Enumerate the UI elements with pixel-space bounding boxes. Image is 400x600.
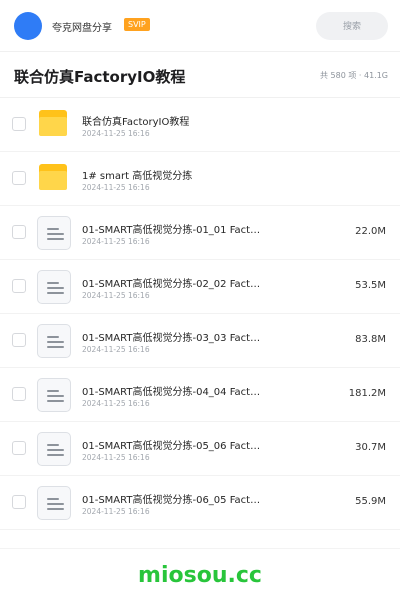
item-name[interactable]: 01-SMART高低视觉分拣-06_05 Fact… <box>82 491 282 506</box>
document-icon <box>37 432 71 466</box>
top-bar: 夸克网盘分享 SVIP 搜索 <box>0 0 400 52</box>
list-item[interactable]: 01-SMART高低视觉分拣-04_04 Fact… 2024-11-25 16:… <box>0 368 400 422</box>
list-item[interactable]: 01-SMART高低视觉分拣-06_05 Fact… 2024-11-25 16:… <box>0 476 400 530</box>
item-size: 30.7M <box>355 442 386 453</box>
row-checkbox[interactable] <box>12 279 26 293</box>
item-size: 83.8M <box>355 334 386 345</box>
list-item[interactable]: 01-SMART高低视觉分拣-05_06 Fact… 2024-11-25 16:… <box>0 422 400 476</box>
row-checkbox[interactable] <box>12 495 26 509</box>
item-date: 2024-11-25 16:16 <box>82 345 150 354</box>
document-icon <box>37 270 71 304</box>
item-date: 2024-11-25 16:16 <box>82 183 150 192</box>
file-list: 联合仿真FactoryIO教程 2024-11-25 16:16 1# smart … <box>0 98 400 530</box>
document-icon <box>37 486 71 520</box>
item-name[interactable]: 01-SMART高低视觉分拣-02_02 Fact… <box>82 275 282 290</box>
document-icon <box>37 378 71 412</box>
folder-icon <box>37 108 71 142</box>
folder-icon <box>37 162 71 196</box>
item-date: 2024-11-25 16:16 <box>82 399 150 408</box>
row-checkbox[interactable] <box>12 171 26 185</box>
search-button[interactable]: 搜索 <box>316 12 388 40</box>
svip-badge: SVIP <box>124 18 150 31</box>
list-item[interactable]: 01-SMART高低视觉分拣-02_02 Fact… 2024-11-25 16:… <box>0 260 400 314</box>
item-name[interactable]: 01-SMART高低视觉分拣-01_01 Fact… <box>82 221 282 236</box>
item-size: 181.2M <box>348 388 386 399</box>
item-summary: 共 580 项 · 41.1G <box>320 71 388 80</box>
footer: miosou.cc <box>0 548 400 600</box>
title-bar: 联合仿真FactoryIO教程 共 580 项 · 41.1G <box>0 52 400 98</box>
row-checkbox[interactable] <box>12 441 26 455</box>
brand-watermark: miosou.cc <box>138 563 262 588</box>
item-date: 2024-11-25 16:16 <box>82 237 150 246</box>
item-name[interactable]: 01-SMART高低视觉分拣-03_03 Fact… <box>82 329 282 344</box>
avatar[interactable] <box>14 12 42 40</box>
row-checkbox[interactable] <box>12 387 26 401</box>
item-date: 2024-11-25 16:16 <box>82 291 150 300</box>
item-name[interactable]: 01-SMART高低视觉分拣-05_06 Fact… <box>82 437 282 452</box>
item-date: 2024-11-25 16:16 <box>82 453 150 462</box>
list-item[interactable]: 01-SMART高低视觉分拣-01_01 Fact… 2024-11-25 16:… <box>0 206 400 260</box>
page-title: 联合仿真FactoryIO教程 <box>14 68 186 86</box>
item-size: 22.0M <box>355 226 386 237</box>
row-checkbox[interactable] <box>12 333 26 347</box>
row-checkbox[interactable] <box>12 225 26 239</box>
app-name: 夸克网盘分享 <box>52 23 112 34</box>
item-date: 2024-11-25 16:16 <box>82 129 150 138</box>
row-checkbox[interactable] <box>12 117 26 131</box>
document-icon <box>37 324 71 358</box>
item-date: 2024-11-25 16:16 <box>82 507 150 516</box>
item-name[interactable]: 联合仿真FactoryIO教程 <box>82 113 282 128</box>
item-size: 55.9M <box>355 496 386 507</box>
item-name[interactable]: 1# smart 高低视觉分拣 <box>82 167 282 182</box>
list-item[interactable]: 联合仿真FactoryIO教程 2024-11-25 16:16 <box>0 98 400 152</box>
list-item[interactable]: 01-SMART高低视觉分拣-03_03 Fact… 2024-11-25 16:… <box>0 314 400 368</box>
item-size: 53.5M <box>355 280 386 291</box>
document-icon <box>37 216 71 250</box>
item-name[interactable]: 01-SMART高低视觉分拣-04_04 Fact… <box>82 383 282 398</box>
list-item[interactable]: 1# smart 高低视觉分拣 2024-11-25 16:16 <box>0 152 400 206</box>
